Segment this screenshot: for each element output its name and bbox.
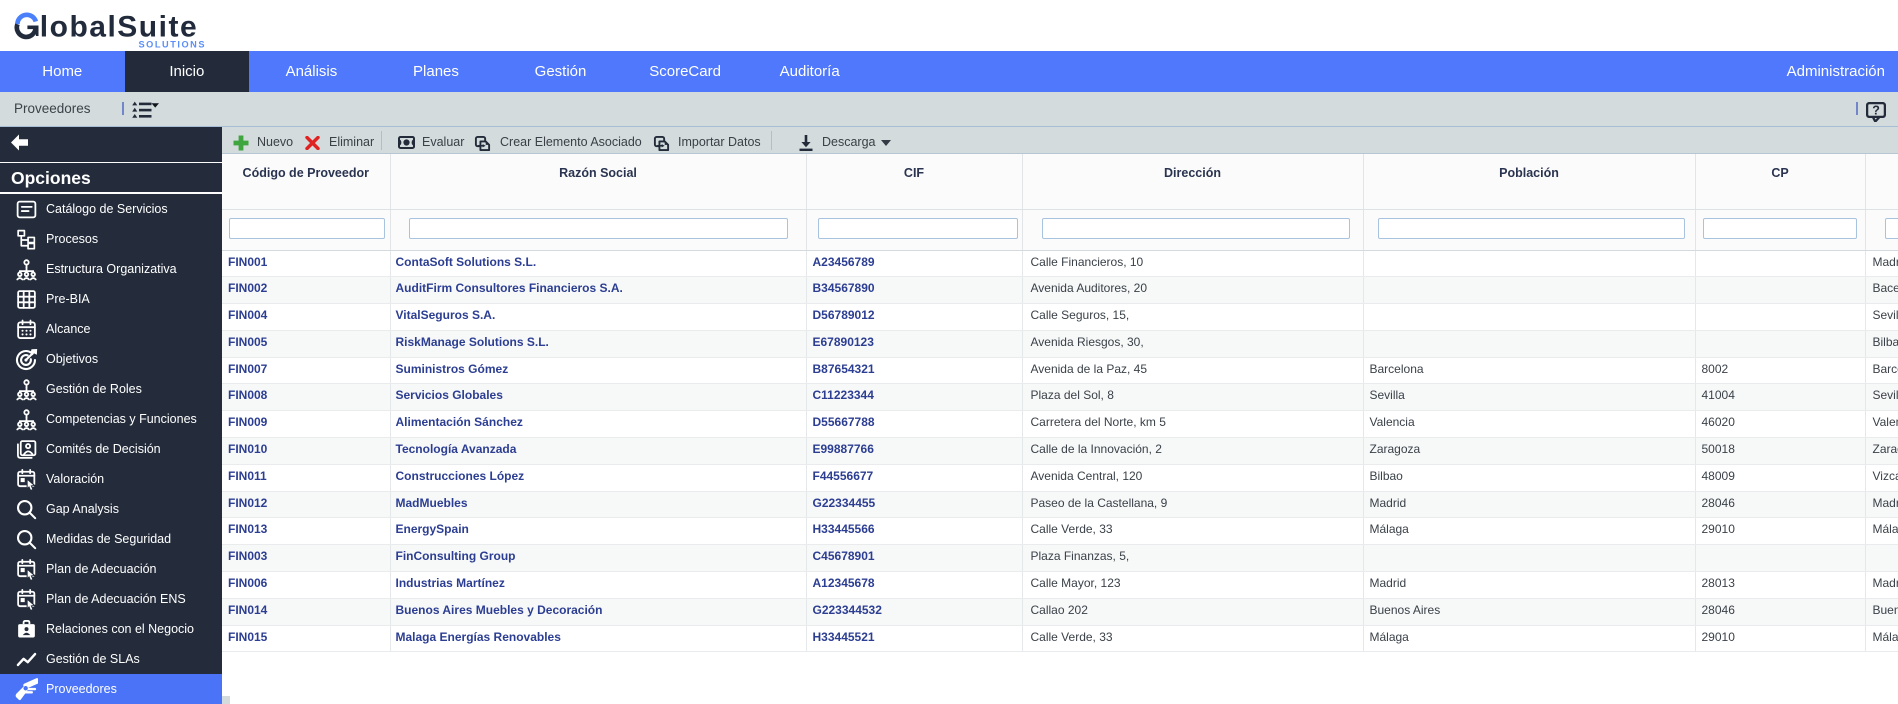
- svg-text:SOLUTIONS: SOLUTIONS: [139, 39, 207, 49]
- svg-text:?: ?: [1872, 103, 1880, 117]
